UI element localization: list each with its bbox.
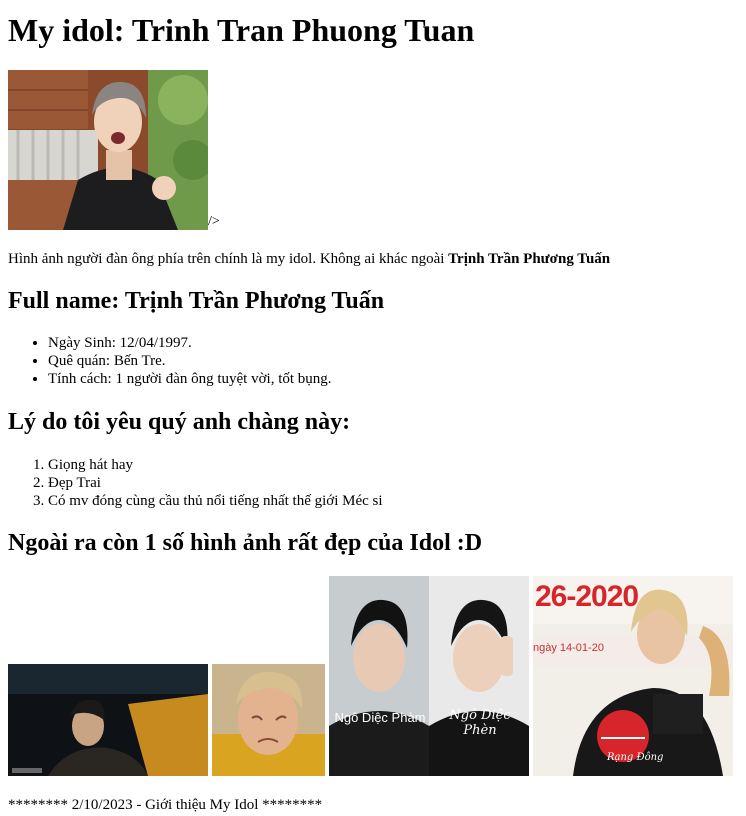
full-name-heading: Full name: Trịnh Trần Phương Tuấn: [8, 288, 385, 314]
event-logo-text: Rạng Đông: [607, 752, 664, 763]
comparison-left-caption: Ngô Diệc Phàm: [334, 710, 426, 725]
intro-bold-name: Trịnh Trần Phương Tuấn: [448, 251, 611, 267]
reason-item: Có mv đóng cùng cầu thủ nổi tiếng nhất t…: [48, 492, 383, 510]
event-date-text: ngày 14-01-20: [533, 642, 604, 654]
gallery-photo-crying-face: [212, 664, 325, 776]
info-item-hometown: Quê quán: Bến Tre.: [48, 352, 332, 370]
info-item-birthday: Ngày Sinh: 12/04/1997.: [48, 334, 332, 352]
gallery-heading: Ngoài ra còn 1 số hình ảnh rất đẹp của I…: [8, 530, 483, 556]
info-item-personality: Tính cách: 1 người đàn ông tuyệt vời, tố…: [48, 370, 332, 388]
page-footer: ******** 2/10/2023 - Giới thiệu My Idol …: [8, 797, 323, 813]
info-list: Ngày Sinh: 12/04/1997. Quê quán: Bến Tre…: [8, 334, 332, 388]
intro-text: Hình ảnh người đàn ông phía trên chính l…: [8, 251, 449, 267]
reason-item: Đẹp Trai: [48, 474, 383, 492]
page-title: My idol: Trinh Tran Phuong Tuan: [8, 12, 475, 48]
intro-paragraph: Hình ảnh người đàn ông phía trên chính l…: [8, 250, 610, 268]
reason-item: Giọng hát hay: [48, 456, 383, 474]
stray-markup-text: />: [208, 214, 220, 229]
reasons-list: Giọng hát hay Đẹp Trai Có mv đóng cùng c…: [8, 456, 383, 510]
gallery-photo-comparison: Ngô Diệc Phàm Ngô Diệc Phèn: [329, 576, 529, 776]
gallery-photo-event: 26-2020 ngày 14-01-20 Rạng Đông: [533, 576, 733, 776]
comparison-right-caption: Ngô Diệc Phèn: [449, 708, 511, 738]
event-banner-text: 26-2020: [535, 580, 639, 613]
reasons-heading: Lý do tôi yêu quý anh chàng này:: [8, 409, 351, 435]
hero-idol-photo: [8, 70, 208, 230]
gallery-photo-car-scene: [8, 664, 208, 776]
